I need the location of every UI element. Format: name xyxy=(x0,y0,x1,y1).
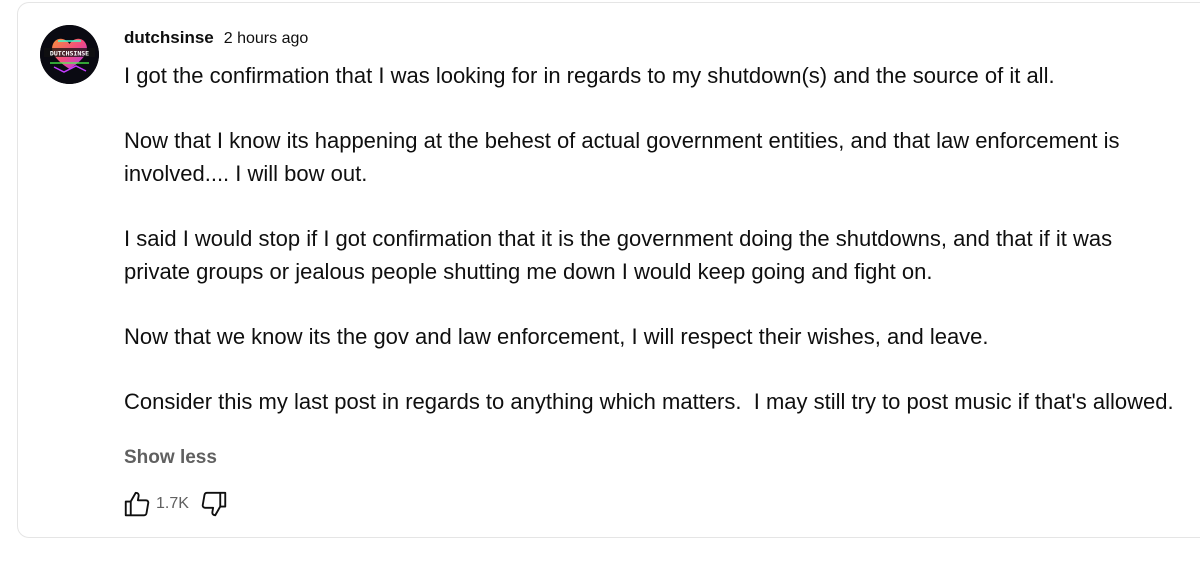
author-name[interactable]: dutchsinse xyxy=(124,28,214,48)
dislike-button[interactable] xyxy=(197,487,231,521)
comment-paragraph: Now that I know its happening at the beh… xyxy=(124,128,1126,186)
thumbs-down-icon xyxy=(201,491,227,517)
timestamp[interactable]: 2 hours ago xyxy=(224,30,309,48)
avatar-wordmark: DUTCHSINSE xyxy=(50,50,89,58)
show-less-button[interactable]: Show less xyxy=(124,447,217,469)
avatar[interactable]: DUTCHSINSE xyxy=(40,25,99,84)
comment-paragraph: Consider this my last post in regards to… xyxy=(124,389,1174,414)
comment-paragraph: I got the confirmation that I was lookin… xyxy=(124,63,1055,88)
like-button[interactable] xyxy=(120,487,154,521)
comment-actions: 1.7K xyxy=(120,486,231,522)
thumbs-up-icon xyxy=(124,491,150,517)
avatar-image: DUTCHSINSE xyxy=(40,25,99,84)
like-count: 1.7K xyxy=(156,495,189,512)
comment-paragraph: Now that we know its the gov and law enf… xyxy=(124,324,989,349)
comment-text: I got the confirmation that I was lookin… xyxy=(124,59,1179,418)
comment-paragraph: I said I would stop if I got confirmatio… xyxy=(124,226,1119,284)
comment-header: dutchsinse 2 hours ago xyxy=(124,28,308,50)
